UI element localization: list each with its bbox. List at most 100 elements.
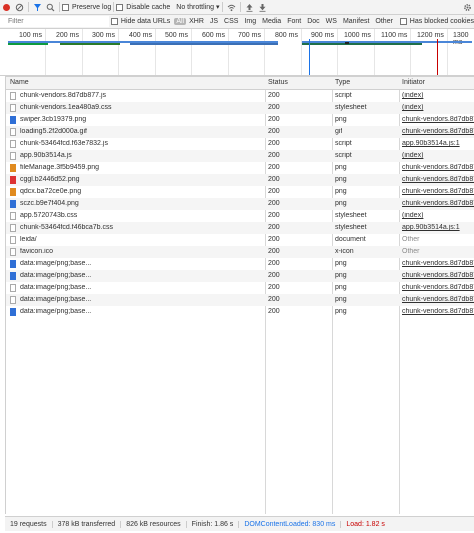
table-row[interactable]: chunk-vendors.8d7db877.js 200 script (index… (6, 90, 474, 102)
table-row[interactable]: loading5.2f2d000a.gif 200 gif chunk-vendors… (6, 126, 474, 138)
cell-name: chunk-vendors.1ea480a9.css (20, 104, 112, 111)
wifi-icon[interactable] (225, 0, 238, 14)
cell-initiator[interactable]: chunk-vendors.8d7db877 (402, 260, 474, 267)
cell-type: png (335, 308, 347, 315)
file-icon (10, 152, 16, 160)
cell-initiator[interactable]: chunk-vendors.8d7db877 (402, 272, 474, 279)
download-icon[interactable] (256, 0, 269, 14)
table-row[interactable]: data:image/png;base... 200 png chunk-vendor… (6, 270, 474, 282)
file-icon (10, 308, 16, 316)
cell-status: 200 (268, 284, 280, 291)
table-row[interactable]: data:image/png;base... 200 png chunk-vendor… (6, 258, 474, 270)
table-row[interactable]: chunk-vendors.1ea480a9.css 200 stylesheet (… (6, 102, 474, 114)
filter-type-manifest[interactable]: Manifest (340, 18, 372, 25)
cell-type: png (335, 116, 347, 123)
filter-type-js[interactable]: JS (207, 18, 221, 25)
cell-name: favicon.ico (20, 248, 54, 255)
cell-initiator[interactable]: chunk-vendors.8d7db877 (402, 116, 474, 123)
cell-status: 200 (268, 296, 280, 303)
cell-type: gif (335, 128, 343, 135)
cell-type: stylesheet (335, 224, 367, 231)
cell-initiator[interactable]: chunk-vendors.8d7db877 (402, 296, 474, 303)
table-row[interactable]: leida/200 document Other (6, 234, 474, 246)
table-row[interactable]: app.5720743b.css 200 stylesheet (index) (6, 210, 474, 222)
cell-initiator: Other (402, 248, 420, 255)
filter-type-other[interactable]: Other (372, 18, 396, 25)
finish-time: Finish: 1.86 s (187, 520, 240, 528)
cell-initiator[interactable]: chunk-vendors.8d7db877 (402, 128, 474, 135)
cell-name: data:image/png;base... (20, 260, 92, 267)
cell-initiator[interactable]: (index) (402, 152, 474, 159)
filter-type-media[interactable]: Media (259, 18, 284, 25)
filter-type-css[interactable]: CSS (221, 18, 241, 25)
cell-initiator[interactable]: chunk-vendors.8d7db877 (402, 284, 474, 291)
filter-type-font[interactable]: Font (284, 18, 304, 25)
table-row[interactable]: data:image/png;base... 200 png chunk-vendor… (6, 282, 474, 294)
header-status[interactable]: Status (268, 79, 288, 86)
throttling-select[interactable]: No throttling (176, 4, 214, 11)
table-row[interactable]: chunk-53464fcd.f46bca7b.css 200 stylesheet… (6, 222, 474, 234)
cell-initiator: Other (402, 236, 420, 243)
filter-icon[interactable] (31, 0, 44, 14)
header-type[interactable]: Type (335, 79, 350, 86)
cell-initiator[interactable]: chunk-vendors.8d7db877 (402, 188, 474, 195)
requests-count: 19 requests (5, 520, 53, 528)
gear-icon[interactable] (461, 0, 474, 14)
filter-type-all[interactable]: All (174, 18, 187, 25)
timeline-tick: 1100 ms (381, 32, 408, 39)
filter-type-xhr[interactable]: XHR (186, 18, 207, 25)
cell-initiator[interactable]: (index) (402, 212, 474, 219)
chevron-down-icon[interactable]: ▾ (216, 3, 220, 11)
requests-table: Name Status Type Initiator chunk-vendors… (5, 76, 474, 514)
table-row[interactable]: data:image/png;base... 200 png chunk-vendor… (6, 306, 474, 318)
filter-type-ws[interactable]: WS (323, 18, 340, 25)
record-icon[interactable] (0, 0, 13, 14)
cell-initiator[interactable]: chunk-vendors.8d7db877 (402, 200, 474, 207)
table-row[interactable]: swiper.3cb19379.png 200 png chunk-vendors.8… (6, 114, 474, 126)
filter-input[interactable] (0, 16, 110, 27)
file-icon (10, 272, 16, 280)
load-marker (437, 39, 438, 75)
header-name[interactable]: Name (10, 79, 29, 86)
has-blocked-cookies-checkbox[interactable] (399, 18, 407, 25)
cell-name: sczc.b9e7f404.png (20, 200, 79, 207)
disable-cache-label: Disable cache (126, 3, 171, 11)
preserve-log-checkbox[interactable] (62, 3, 69, 11)
table-row[interactable]: app.90b3514a.js 200 script (index) (6, 150, 474, 162)
cell-initiator[interactable]: chunk-vendors.8d7db877 (402, 164, 474, 171)
clear-icon[interactable] (13, 0, 26, 14)
cell-initiator[interactable]: app.90b3514a.js:1 (402, 224, 474, 231)
upload-icon[interactable] (243, 0, 256, 14)
table-row[interactable]: favicon.ico 200 x-icon Other (6, 246, 474, 258)
cell-initiator[interactable]: chunk-vendors.8d7db877 (402, 176, 474, 183)
cell-status: 200 (268, 272, 280, 279)
table-row[interactable]: sczc.b9e7f404.png 200 png chunk-vendors.8d7… (6, 198, 474, 210)
hide-data-urls-checkbox[interactable] (111, 18, 118, 25)
table-row[interactable]: qdcx.ba72ce0e.png 200 png chunk-vendors.8d7… (6, 186, 474, 198)
cell-status: 200 (268, 224, 280, 231)
table-row[interactable]: chunk-53464fcd.f63e7832.js 200 script app.9… (6, 138, 474, 150)
hide-data-urls-label: Hide data URLs (120, 18, 171, 25)
timeline-tick: 700 ms (238, 32, 261, 39)
file-icon (10, 140, 16, 148)
cell-initiator[interactable]: app.90b3514a.js:1 (402, 140, 474, 147)
filter-type-doc[interactable]: Doc (304, 18, 322, 25)
disable-cache-checkbox[interactable] (116, 3, 124, 11)
cell-initiator[interactable]: chunk-vendors.8d7db877 (402, 308, 474, 315)
cell-name: swiper.3cb19379.png (20, 116, 87, 123)
table-row[interactable]: fileManage.3f5b9459.png 200 png chunk-vendo… (6, 162, 474, 174)
cell-initiator[interactable]: (index) (402, 92, 474, 99)
file-icon (10, 224, 16, 232)
file-icon (10, 236, 16, 244)
cell-initiator[interactable]: (index) (402, 104, 474, 111)
network-toolbar: Preserve log Disable cache No throttling… (0, 0, 474, 15)
filter-type-img[interactable]: Img (241, 18, 259, 25)
table-row[interactable]: cggl.b2446d52.png 200 png chunk-vendors.8d7… (6, 174, 474, 186)
header-initiator[interactable]: Initiator (402, 79, 425, 86)
table-row[interactable]: data:image/png;base... 200 png chunk-vendor… (6, 294, 474, 306)
search-icon[interactable] (44, 0, 57, 14)
grid-line (228, 29, 229, 75)
divider (113, 2, 115, 12)
timeline-overview[interactable]: 100 ms 200 ms 300 ms 400 ms 500 ms 600 m… (0, 29, 474, 76)
load-time: Load: 1.82 s (346, 520, 385, 528)
